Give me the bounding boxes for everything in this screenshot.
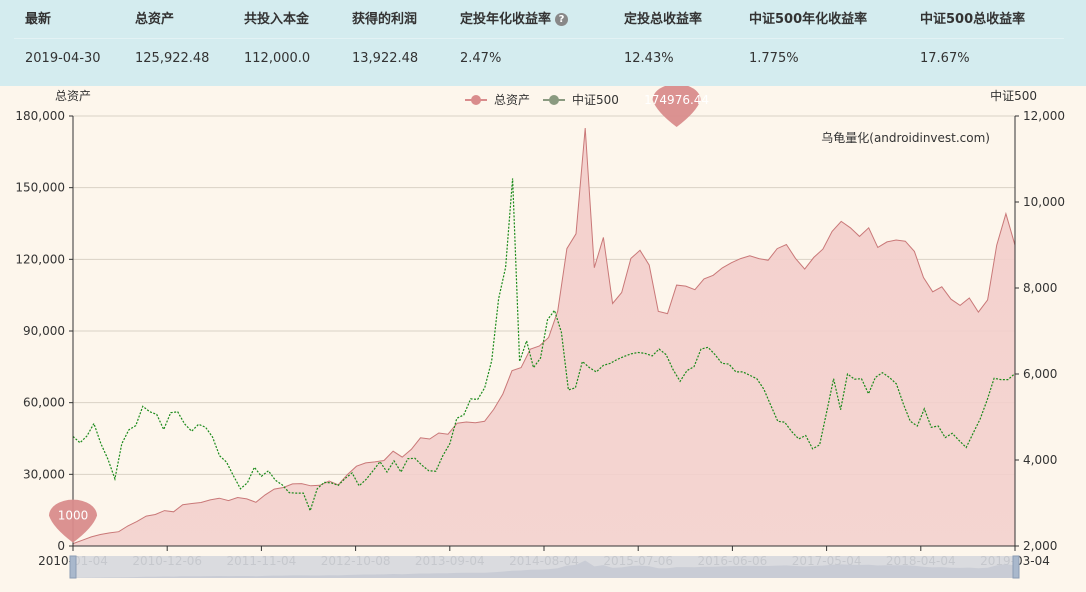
right-tick-label: 8,000: [1023, 281, 1057, 295]
legend-dot: [549, 95, 559, 105]
marker-label: 174976.44: [644, 93, 709, 107]
left-tick-label: 30,000: [23, 467, 65, 481]
left-axis-name: 总资产: [55, 89, 91, 103]
summary-divider: [14, 38, 1064, 39]
left-tick-label: 180,000: [15, 109, 65, 123]
right-tick-label: 6,000: [1023, 367, 1057, 381]
right-axis-ticks: 2,000 4,000 6,000 8,000 10,000 12,000: [1015, 109, 1065, 553]
legend-dot: [471, 95, 481, 105]
value-principal: 112,000.0: [244, 51, 311, 66]
left-tick-label: 0: [57, 539, 65, 553]
summary-value-row: 2019-04-30 125,922.48 112,000.0 13,922.4…: [0, 51, 1086, 69]
header-latest: 最新: [25, 12, 52, 27]
header-index-total-return: 中证500总收益率: [920, 12, 1026, 27]
left-tick-label: 120,000: [15, 252, 65, 266]
right-tick-label: 4,000: [1023, 453, 1057, 467]
legend-label: 总资产: [494, 93, 530, 107]
header-principal: 共投入本金: [244, 12, 310, 27]
header-index-annual-return: 中证500年化收益率: [749, 12, 868, 27]
watermark: 乌龟量化(androidinvest.com): [821, 130, 990, 145]
left-tick-label: 150,000: [15, 181, 65, 195]
help-icon[interactable]: ?: [555, 13, 569, 26]
zoom-handle[interactable]: [69, 555, 77, 579]
value-profit: 13,922.48: [352, 51, 419, 66]
header-profit: 获得的利润: [352, 12, 418, 27]
legend-label: 中证500: [572, 92, 619, 107]
value-total-return: 12.43%: [624, 51, 674, 66]
value-index-annual-return: 1.775%: [749, 51, 799, 66]
right-tick-label: 12,000: [1023, 109, 1065, 123]
header-annual-return: 定投年化收益率?: [460, 8, 569, 27]
right-tick-label: 10,000: [1023, 195, 1065, 209]
header-total-return: 定投总收益率: [624, 12, 703, 27]
right-axis-name: 中证500: [990, 88, 1037, 103]
left-tick-label: 90,000: [23, 324, 65, 338]
value-index-total-return: 17.67%: [920, 51, 970, 66]
marker-pin: 1000: [49, 499, 97, 543]
header-annual-return-label: 定投年化收益率: [460, 12, 552, 27]
marker-pin: 174976.44: [644, 86, 709, 128]
value-total-assets: 125,922.48: [135, 51, 210, 66]
left-axis-ticks: 0 30,000 60,000 90,000 120,000 150,000 180,000: [15, 109, 73, 553]
header-total-assets: 总资产: [135, 12, 175, 27]
value-annual-return: 2.47%: [460, 51, 502, 66]
marker-label: 1000: [58, 509, 89, 523]
asset-index-chart: 乌龟量化(androidinvest.com) 0 30,000 60,000 90,…: [15, 86, 1065, 579]
zoom-handle[interactable]: [1012, 555, 1020, 579]
chart-legend[interactable]: 总资产 中证500: [465, 92, 619, 107]
legend-item[interactable]: 总资产: [465, 93, 530, 107]
summary-panel: 最新 总资产 共投入本金 获得的利润 定投年化收益率? 定投总收益率 中证500…: [0, 0, 1086, 86]
data-zoom-slider[interactable]: [69, 555, 1020, 579]
right-tick-label: 2,000: [1023, 539, 1057, 553]
summary-header-row: 最新 总资产 共投入本金 获得的利润 定投年化收益率? 定投总收益率 中证500…: [0, 8, 1086, 28]
legend-item[interactable]: 中证500: [543, 92, 619, 107]
value-latest-date: 2019-04-30: [25, 51, 101, 66]
left-tick-label: 60,000: [23, 396, 65, 410]
